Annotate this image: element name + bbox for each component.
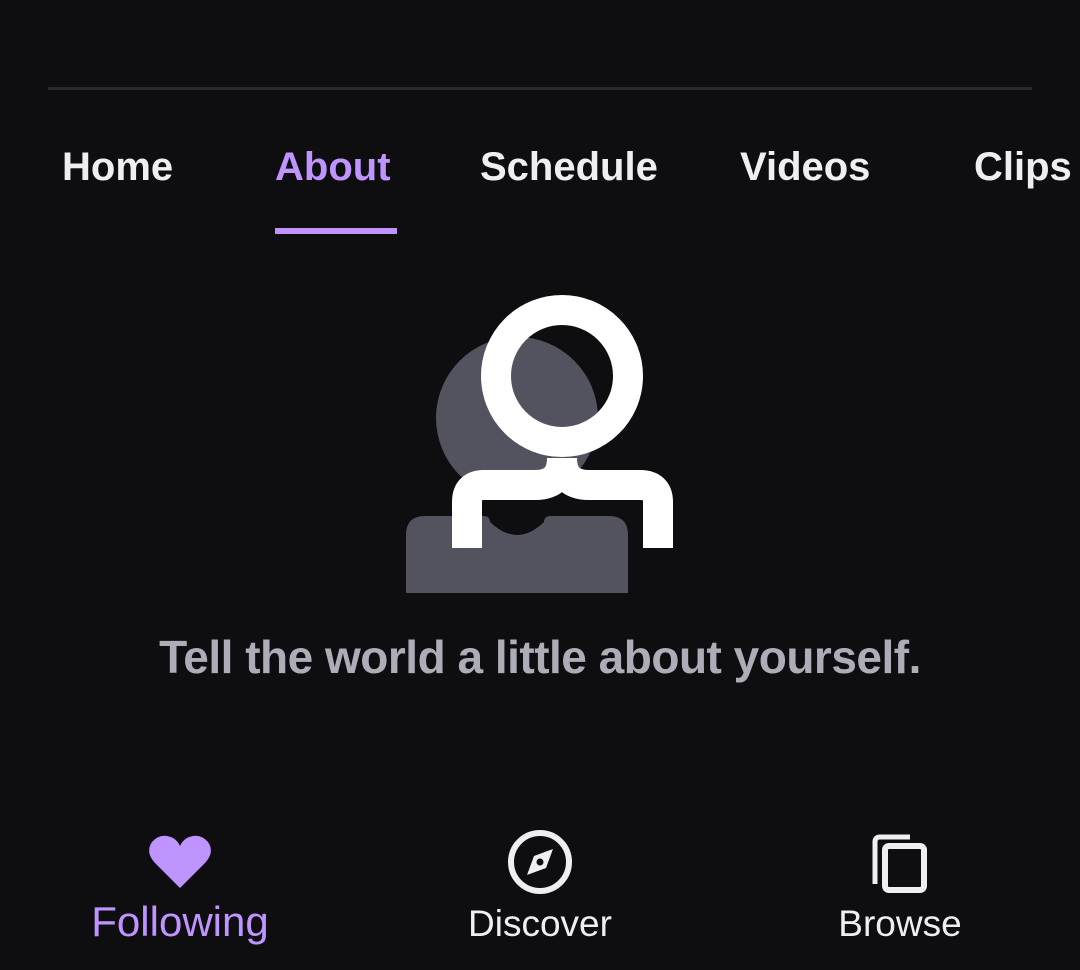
nav-discover-label: Discover bbox=[468, 903, 612, 944]
tab-videos[interactable]: Videos bbox=[740, 143, 870, 191]
nav-discover[interactable]: Discover bbox=[410, 810, 670, 970]
active-tab-indicator bbox=[275, 228, 397, 234]
tab-clips[interactable]: Clips bbox=[974, 143, 1072, 191]
heart-icon bbox=[145, 828, 215, 898]
user-silhouette-shape bbox=[406, 337, 628, 593]
tab-home[interactable]: Home bbox=[62, 143, 173, 191]
nav-browse[interactable]: Browse bbox=[770, 810, 1030, 970]
channel-tabs: Home About Schedule Videos Clips bbox=[0, 0, 1080, 240]
bottom-navigation: Following Discover Browse bbox=[0, 810, 1080, 970]
nav-browse-label: Browse bbox=[838, 903, 962, 944]
compass-icon bbox=[505, 828, 575, 898]
tab-schedule[interactable]: Schedule bbox=[480, 143, 658, 191]
empty-state-message: Tell the world a little about yourself. bbox=[159, 631, 921, 683]
nav-following-label: Following bbox=[91, 898, 269, 945]
browse-copy-icon bbox=[865, 828, 935, 898]
user-profile-illustration bbox=[390, 280, 690, 610]
nav-following[interactable]: Following bbox=[50, 810, 310, 970]
tab-about[interactable]: About bbox=[275, 143, 391, 191]
